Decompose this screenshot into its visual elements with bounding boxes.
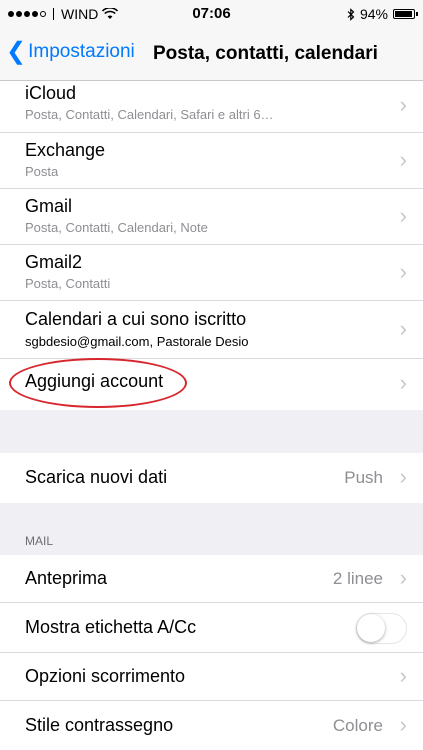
fetch-new-data-row[interactable]: Scarica nuovi dati Push ›: [0, 453, 423, 503]
account-title: iCloud: [25, 83, 77, 103]
chevron-right-icon: ›: [399, 370, 407, 395]
chevron-right-icon: ›: [399, 92, 407, 117]
chevron-right-icon: ›: [399, 203, 407, 228]
account-row-icloud[interactable]: iCloud Posta, Contatti, Calendari, Safar…: [0, 81, 423, 133]
chevron-right-icon: ›: [399, 259, 407, 284]
account-row-gmail[interactable]: Gmail Posta, Contatti, Calendari, Note ›: [0, 189, 423, 245]
show-to-cc-toggle[interactable]: [356, 613, 407, 644]
battery-percent: 94%: [359, 6, 388, 22]
bluetooth-icon: [347, 7, 355, 21]
chevron-right-icon: ›: [399, 147, 407, 172]
chevron-left-icon: ❮: [6, 38, 27, 65]
flag-style-label: Stile contrassegno: [25, 715, 174, 735]
section-header-mail: MAIL: [25, 534, 54, 548]
show-to-cc-row: Mostra etichetta A/Cc: [0, 603, 423, 653]
back-label: Impostazioni: [28, 41, 135, 62]
chevron-right-icon: ›: [399, 316, 407, 341]
navigation-bar: ❮ Impostazioni Posta, contatti, calendar…: [0, 28, 423, 81]
account-title: Gmail: [25, 196, 73, 216]
account-subtitle: Posta, Contatti, Calendari, Safari e alt…: [25, 107, 274, 122]
add-account-row[interactable]: Aggiungi account ›: [0, 359, 423, 410]
mail-settings-list: Anteprima 2 linee › Mostra etichetta A/C…: [0, 555, 423, 750]
preview-row[interactable]: Anteprima 2 linee ›: [0, 555, 423, 603]
accounts-list: iCloud Posta, Contatti, Calendari, Safar…: [0, 81, 423, 410]
battery-icon: [393, 9, 418, 19]
page-title: Posta, contatti, calendari: [153, 43, 378, 64]
account-title: Exchange: [25, 140, 106, 160]
chevron-right-icon: ›: [399, 663, 407, 688]
chevron-right-icon: ›: [399, 712, 407, 737]
fetch-value: Push: [344, 468, 383, 487]
swipe-options-row[interactable]: Opzioni scorrimento ›: [0, 653, 423, 701]
flag-style-row[interactable]: Stile contrassegno Colore ›: [0, 701, 423, 750]
chevron-right-icon: ›: [399, 565, 407, 590]
account-row-subscribed-calendars[interactable]: Calendari a cui sono iscritto sgbdesio@g…: [0, 301, 423, 359]
flag-style-value: Colore: [332, 716, 383, 735]
back-button[interactable]: ❮ Impostazioni: [6, 38, 135, 65]
fetch-label: Scarica nuovi dati: [25, 467, 168, 487]
account-row-exchange[interactable]: Exchange Posta ›: [0, 133, 423, 189]
swipe-options-label: Opzioni scorrimento: [25, 666, 186, 686]
chevron-right-icon: ›: [399, 464, 407, 489]
battery-fill: [395, 11, 412, 17]
add-account-label: Aggiungi account: [25, 371, 164, 391]
account-title: Calendari a cui sono iscritto: [25, 309, 247, 329]
status-bar: WIND 07:06 94%: [0, 0, 423, 28]
account-subtitle: Posta, Contatti: [25, 276, 111, 291]
account-subtitle: Posta: [25, 164, 59, 179]
account-subtitle: Posta, Contatti, Calendari, Note: [25, 220, 208, 235]
account-title: Gmail2: [25, 252, 83, 272]
show-to-cc-label: Mostra etichetta A/Cc: [25, 617, 197, 637]
account-subtitle: sgbdesio@gmail.com, Pastorale Desio: [25, 334, 249, 349]
account-row-gmail2[interactable]: Gmail2 Posta, Contatti ›: [0, 245, 423, 301]
fetch-list: Scarica nuovi dati Push ›: [0, 453, 423, 503]
preview-label: Anteprima: [25, 568, 108, 588]
preview-value: 2 linee: [332, 569, 383, 588]
toggle-knob: [357, 614, 385, 642]
